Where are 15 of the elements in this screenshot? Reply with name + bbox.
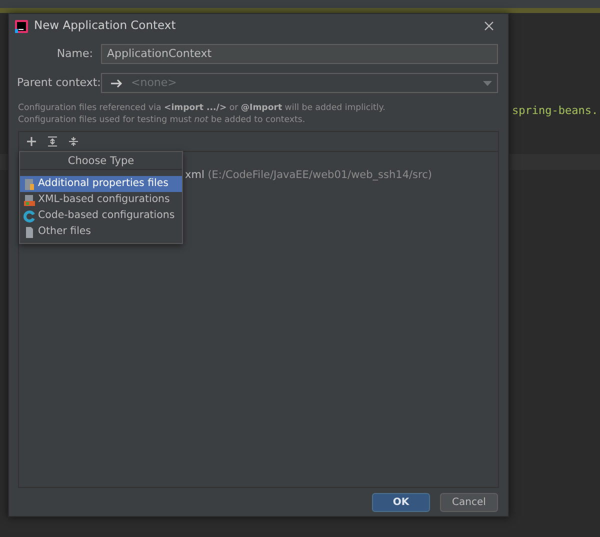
name-field[interactable]: ApplicationContext [101,44,498,64]
window-title: New Application Context [34,17,176,34]
file-list-item[interactable]: xml (E:/CodeFile/JavaEE/web01/web_ssh14/src) [185,168,432,184]
field-label: Parent context: [17,74,101,91]
hint-text: Configuration files referenced via <import .../> or @Import will be added implicitly. [18,102,386,114]
popup-title: Choose Type [20,152,182,170]
field-label: Name: [56,46,94,62]
code-text: spring-beans. [512,103,598,119]
ok-button[interactable]: OK [372,493,430,512]
popup-item[interactable]: Additional properties files [20,176,182,192]
popup-item[interactable]: Other files [20,224,182,240]
popup-item[interactable]: Code-based configurations [20,208,182,224]
cancel-button[interactable]: Cancel [440,493,498,512]
popup-item[interactable]: XML-based configurations [20,192,182,208]
hint-text: Configuration files used for testing must not be added to contexts. [18,114,306,126]
